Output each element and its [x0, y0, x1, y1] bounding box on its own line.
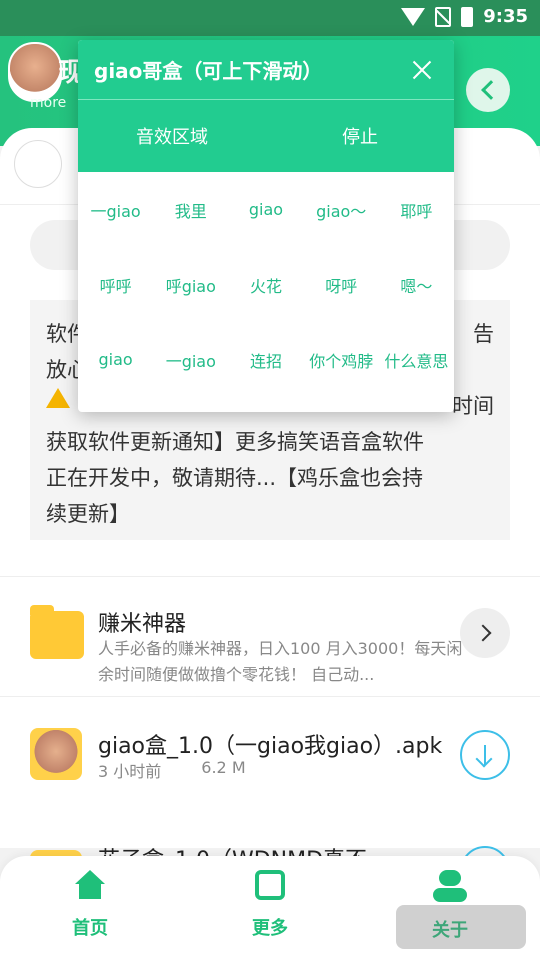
divider — [0, 696, 540, 697]
popup-title: giao哥盒（可上下滑动） — [94, 59, 323, 83]
user-icon — [433, 870, 467, 902]
open-item-button[interactable] — [460, 608, 510, 658]
list-item-meta: 3 小时前 6.2 M — [98, 758, 246, 782]
status-bar: 9:35 — [0, 0, 540, 36]
apk-icon — [30, 728, 82, 780]
notice-line-6: 续更新】 — [46, 502, 130, 526]
list-item-desc: 人手必备的赚米神器，日入100 月入3000！每天闲余时间随便做做撸个零花钱！ … — [98, 639, 463, 684]
sound-button[interactable]: giao～ — [304, 172, 379, 247]
status-time: 9:35 — [483, 6, 528, 27]
sound-button[interactable]: 连招 — [228, 322, 303, 397]
refresh-icon — [255, 870, 285, 900]
chevron-right-icon — [474, 624, 492, 642]
wifi-icon — [401, 7, 426, 26]
status-icons: 9:35 — [401, 6, 528, 27]
watermark-logo — [396, 905, 526, 949]
sound-button[interactable]: giao — [228, 172, 303, 247]
list-item-time: 3 小时前 — [98, 762, 162, 781]
sound-button[interactable]: giao — [78, 322, 153, 397]
notice-text: 时间 — [452, 394, 494, 418]
warning-icon — [46, 388, 70, 408]
list-item-title[interactable]: giao盒_1.0（一giao我giao）.apk — [98, 728, 442, 760]
notice-text: 告 — [473, 322, 494, 346]
list-item-size: 6.2 M — [201, 758, 246, 777]
sound-button[interactable]: 什么意思 — [379, 322, 454, 397]
divider — [0, 576, 540, 577]
nav-more[interactable]: 更多 — [210, 870, 330, 940]
popup-tabs: 音效区域 停止 — [78, 100, 454, 172]
sound-grid: 一giao 我里 giao giao～ 耶呼 呼呼 呼giao 火花 呀呼 嗯～… — [78, 172, 454, 397]
list-item-title[interactable]: 赚米神器 — [98, 606, 186, 638]
notice-line-4: 获取软件更新通知】更多搞笑语音盒软件 — [46, 430, 424, 454]
header-subtitle: more — [30, 95, 67, 111]
user-avatar-placeholder — [14, 140, 62, 188]
sound-button[interactable]: 一giao — [153, 322, 228, 397]
sound-button[interactable]: 你个鸡脖 — [304, 322, 379, 397]
stop-button[interactable]: 停止 — [266, 100, 454, 172]
sound-button[interactable]: 呼giao — [153, 247, 228, 322]
sound-button[interactable]: 嗯～ — [379, 247, 454, 322]
download-button[interactable] — [460, 730, 510, 780]
popup-header: giao哥盒（可上下滑动） — [78, 40, 454, 100]
sound-button[interactable]: 我里 — [153, 172, 228, 247]
sound-button[interactable]: 呼呼 — [78, 247, 153, 322]
sound-popup: giao哥盒（可上下滑动） 音效区域 停止 一giao 我里 giao giao… — [78, 40, 454, 412]
chevron-left-icon — [481, 80, 501, 100]
download-icon — [484, 745, 486, 765]
avatar[interactable] — [8, 42, 62, 102]
folder-icon — [30, 605, 84, 659]
nav-label: 更多 — [252, 918, 288, 939]
home-icon — [73, 870, 107, 900]
sound-button[interactable]: 呀呼 — [304, 247, 379, 322]
no-sim-icon — [435, 6, 452, 27]
tab-sound-area[interactable]: 音效区域 — [78, 100, 266, 172]
nav-label: 首页 — [72, 918, 108, 939]
battery-icon — [461, 6, 474, 27]
close-icon[interactable] — [410, 58, 434, 82]
sound-button[interactable]: 火花 — [228, 247, 303, 322]
nav-home[interactable]: 首页 — [30, 870, 150, 940]
back-button[interactable] — [466, 68, 510, 112]
notice-line-5: 正在开发中，敬请期待...【鸡乐盒也会持 — [46, 466, 424, 490]
sound-button[interactable]: 一giao — [78, 172, 153, 247]
sound-button[interactable]: 耶呼 — [379, 172, 454, 247]
